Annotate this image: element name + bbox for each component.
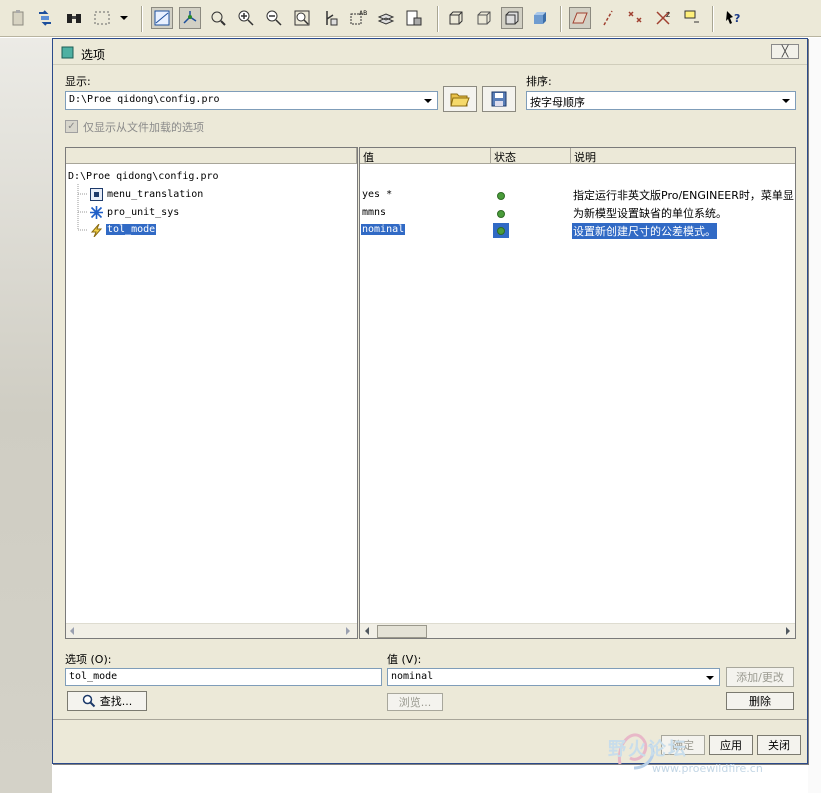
dialog-titlebar: 选项 ╳ bbox=[53, 39, 807, 65]
status-dot-icon bbox=[497, 227, 505, 235]
context-help-icon[interactable]: ? bbox=[722, 7, 744, 29]
scroll-left-icon[interactable] bbox=[365, 627, 369, 635]
show-value: D:\Proe qidong\config.pro bbox=[69, 94, 220, 105]
hidden-line-icon[interactable] bbox=[473, 7, 495, 29]
datum-plane-icon[interactable] bbox=[151, 7, 173, 29]
main-toolbar: AB Z ? bbox=[0, 0, 821, 37]
apply-button[interactable]: 应用 bbox=[709, 735, 753, 755]
paste-icon[interactable] bbox=[8, 7, 30, 29]
regenerate-icon[interactable] bbox=[34, 7, 56, 29]
find-button[interactable]: 查找... bbox=[67, 691, 147, 711]
scroll-thumb[interactable] bbox=[377, 625, 427, 638]
view-manager-icon[interactable] bbox=[403, 7, 425, 29]
zoom-in-icon[interactable] bbox=[235, 7, 257, 29]
tree-root[interactable]: D:\Proe qidong\config.pro bbox=[68, 171, 219, 182]
tree-lines bbox=[77, 184, 88, 231]
star-icon bbox=[90, 206, 103, 219]
row-value-menu-translation: yes * bbox=[362, 189, 393, 200]
row-value-tol-mode: nominal bbox=[361, 224, 406, 235]
datum-planes-toggle-icon[interactable] bbox=[569, 7, 591, 29]
row-description-pro-unit-sys: 为新模型设置缺省的单位系统。 bbox=[573, 207, 727, 220]
options-dialog: 选项 ╳ 显示: D:\Proe qidong\config.pro 排序: 按… bbox=[52, 38, 808, 764]
saved-views-icon[interactable]: AB bbox=[347, 7, 369, 29]
binoculars-icon[interactable] bbox=[63, 7, 85, 29]
svg-text:?: ? bbox=[734, 12, 740, 25]
options-tree-pane[interactable]: D:\Proe qidong\config.pro menu_translati… bbox=[65, 147, 358, 639]
column-header-status[interactable]: 状态 bbox=[491, 148, 571, 164]
search-icon bbox=[82, 694, 95, 708]
layers-icon[interactable] bbox=[375, 7, 397, 29]
only-loaded-checkbox[interactable]: ✓ bbox=[65, 120, 78, 133]
shading-icon[interactable] bbox=[529, 7, 551, 29]
show-label: 显示: bbox=[65, 75, 91, 88]
column-header-description[interactable]: 说明 bbox=[571, 148, 795, 164]
row-value-pro-unit-sys: mmns bbox=[362, 207, 387, 218]
status-dot-icon bbox=[497, 192, 505, 200]
dialog-title: 选项 bbox=[81, 48, 106, 62]
row-description-menu-translation: 指定运行非英文版Pro/ENGINEER时，菜单显 bbox=[573, 189, 794, 202]
refit-icon[interactable] bbox=[291, 7, 313, 29]
spin-icon[interactable] bbox=[207, 7, 229, 29]
show-combo[interactable]: D:\Proe qidong\config.pro bbox=[65, 91, 438, 110]
option-input[interactable]: tol_mode bbox=[65, 668, 382, 686]
browse-button[interactable]: 浏览... bbox=[387, 693, 443, 711]
svg-text:Z: Z bbox=[666, 12, 670, 19]
datum-axes-toggle-icon[interactable] bbox=[598, 7, 620, 29]
bolt-icon bbox=[90, 224, 103, 237]
select-box-icon[interactable] bbox=[91, 7, 113, 29]
close-button[interactable]: 关闭 bbox=[757, 735, 801, 755]
datum-points-toggle-icon[interactable] bbox=[624, 7, 646, 29]
annotation-toggle-icon[interactable] bbox=[681, 7, 703, 29]
option-label: 选项 (O): bbox=[65, 653, 112, 666]
scroll-right-icon[interactable] bbox=[346, 627, 350, 635]
sort-value: 按字母顺序 bbox=[530, 96, 585, 109]
watermark-text: 野火论坛 bbox=[608, 739, 688, 760]
zoom-out-icon[interactable] bbox=[263, 7, 285, 29]
no-hidden-icon[interactable] bbox=[501, 7, 523, 29]
options-table-pane[interactable]: 值 状态 说明 yes * 指定运行非英文版Pro/ENGINEER时，菜单显 … bbox=[359, 147, 796, 639]
delete-button[interactable]: 删除 bbox=[726, 692, 794, 710]
tree-item-tol-mode[interactable]: tol_mode bbox=[106, 224, 157, 235]
graphics-area-left bbox=[0, 38, 52, 793]
save-disk-icon bbox=[491, 91, 507, 107]
table-hscroll[interactable] bbox=[360, 623, 795, 638]
add-change-button[interactable]: 添加/更改 bbox=[726, 667, 794, 687]
tree-item-menu-translation[interactable]: menu_translation bbox=[107, 189, 203, 200]
reorient-icon[interactable] bbox=[319, 7, 341, 29]
tree-hscroll[interactable] bbox=[66, 623, 357, 638]
only-loaded-label: 仅显示从文件加载的选项 bbox=[83, 121, 204, 134]
dialog-window-icon bbox=[61, 46, 74, 59]
scroll-right-icon[interactable] bbox=[786, 627, 790, 635]
save-file-button[interactable] bbox=[482, 86, 516, 112]
graphics-area-right bbox=[808, 38, 821, 793]
value-label: 值 (V): bbox=[387, 653, 422, 666]
dialog-divider bbox=[53, 719, 807, 720]
row-description-tol-mode: 设置新创建尺寸的公差模式。 bbox=[572, 223, 717, 239]
chevron-down-icon[interactable] bbox=[779, 94, 793, 107]
watermark-url: www.proewildfire.cn bbox=[652, 762, 763, 775]
status-dot-icon bbox=[497, 210, 505, 218]
tree-item-pro-unit-sys[interactable]: pro_unit_sys bbox=[107, 207, 179, 218]
close-window-button[interactable]: ╳ bbox=[771, 44, 799, 59]
csys-toggle-icon[interactable]: Z bbox=[652, 7, 674, 29]
sort-combo[interactable]: 按字母顺序 bbox=[526, 91, 796, 110]
menu-icon bbox=[90, 188, 103, 201]
datum-axis-icon[interactable] bbox=[179, 7, 201, 29]
chevron-down-icon[interactable] bbox=[703, 671, 717, 684]
svg-text:AB: AB bbox=[359, 10, 367, 17]
folder-open-icon bbox=[450, 93, 470, 107]
wireframe-icon[interactable] bbox=[445, 7, 467, 29]
chevron-down-icon[interactable] bbox=[421, 94, 435, 107]
open-file-button[interactable] bbox=[443, 86, 477, 112]
column-header-value[interactable]: 值 bbox=[360, 148, 491, 164]
sort-label: 排序: bbox=[526, 75, 552, 88]
select-dropdown-icon[interactable] bbox=[116, 7, 132, 29]
tree-header bbox=[66, 148, 357, 164]
scroll-left-icon[interactable] bbox=[70, 627, 74, 635]
value-combo[interactable]: nominal bbox=[387, 668, 720, 686]
